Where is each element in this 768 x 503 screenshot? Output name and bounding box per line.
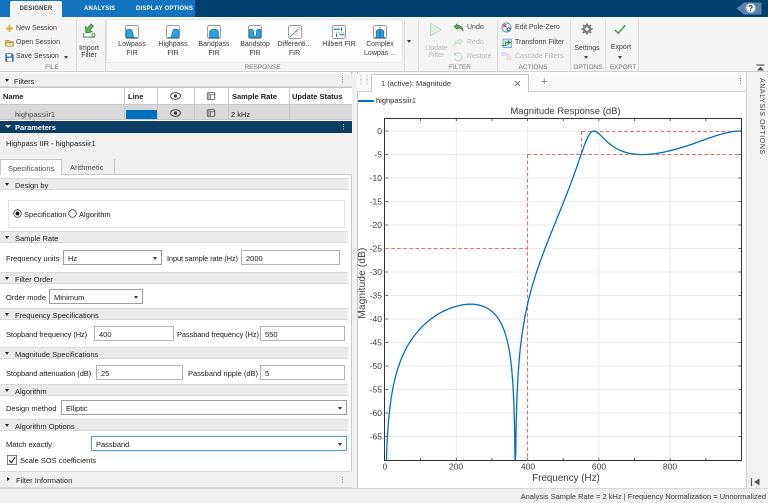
svg-text:Frequency (Hz): Frequency (Hz) bbox=[532, 473, 600, 484]
svg-text:Magnitude (dB): Magnitude (dB) bbox=[357, 247, 368, 318]
svg-text:Magnitude Response (dB): Magnitude Response (dB) bbox=[510, 106, 620, 117]
svg-text:-20: -20 bbox=[370, 220, 383, 230]
svg-text:-5: -5 bbox=[374, 150, 382, 160]
svg-text:0: 0 bbox=[383, 462, 388, 472]
svg-text:-55: -55 bbox=[370, 385, 383, 395]
svg-text:-10: -10 bbox=[370, 173, 383, 183]
svg-text:200: 200 bbox=[449, 462, 463, 472]
svg-text:-60: -60 bbox=[370, 408, 383, 418]
svg-text:-15: -15 bbox=[370, 197, 383, 207]
svg-text:-50: -50 bbox=[370, 361, 383, 371]
svg-text:600: 600 bbox=[592, 462, 606, 472]
svg-text:-65: -65 bbox=[370, 432, 383, 442]
svg-text:800: 800 bbox=[663, 462, 677, 472]
svg-text:400: 400 bbox=[521, 462, 535, 472]
svg-text:-35: -35 bbox=[370, 291, 383, 301]
svg-text:0: 0 bbox=[377, 126, 382, 136]
svg-text:-30: -30 bbox=[370, 267, 383, 277]
svg-text:-25: -25 bbox=[370, 244, 383, 254]
svg-text:-45: -45 bbox=[370, 338, 383, 348]
svg-text:-40: -40 bbox=[370, 314, 383, 324]
